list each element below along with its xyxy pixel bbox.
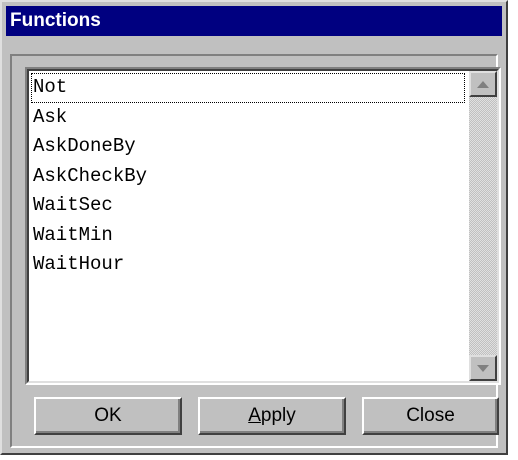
functions-listbox[interactable]: Not Ask AskDoneBy AskCheckBy WaitSec Wai… <box>25 67 501 385</box>
title-bar[interactable]: Functions <box>6 6 502 36</box>
close-button-label: Close <box>406 405 455 426</box>
ok-button-label: OK <box>94 405 122 426</box>
arrow-up-icon <box>477 80 489 88</box>
list-item-waitmin[interactable]: WaitMin <box>31 221 465 251</box>
ok-button[interactable]: OK <box>34 397 182 435</box>
window-title: Functions <box>10 10 101 31</box>
vertical-scrollbar[interactable] <box>469 71 497 381</box>
list-item-askdoneby[interactable]: AskDoneBy <box>31 132 465 162</box>
scroll-up-button[interactable] <box>469 71 497 97</box>
scroll-down-button[interactable] <box>469 355 497 381</box>
apply-button-label: Apply <box>248 405 296 426</box>
list-item-waithour[interactable]: WaitHour <box>31 250 465 280</box>
list-item-askcheckby[interactable]: AskCheckBy <box>31 162 465 192</box>
functions-list: Not Ask AskDoneBy AskCheckBy WaitSec Wai… <box>31 73 465 280</box>
list-item-waitsec[interactable]: WaitSec <box>31 191 465 221</box>
close-button[interactable]: Close <box>362 397 499 435</box>
apply-button[interactable]: Apply <box>198 397 346 435</box>
list-item-not[interactable]: Not <box>31 73 465 103</box>
list-item-ask[interactable]: Ask <box>31 103 465 133</box>
arrow-down-icon <box>477 364 489 372</box>
